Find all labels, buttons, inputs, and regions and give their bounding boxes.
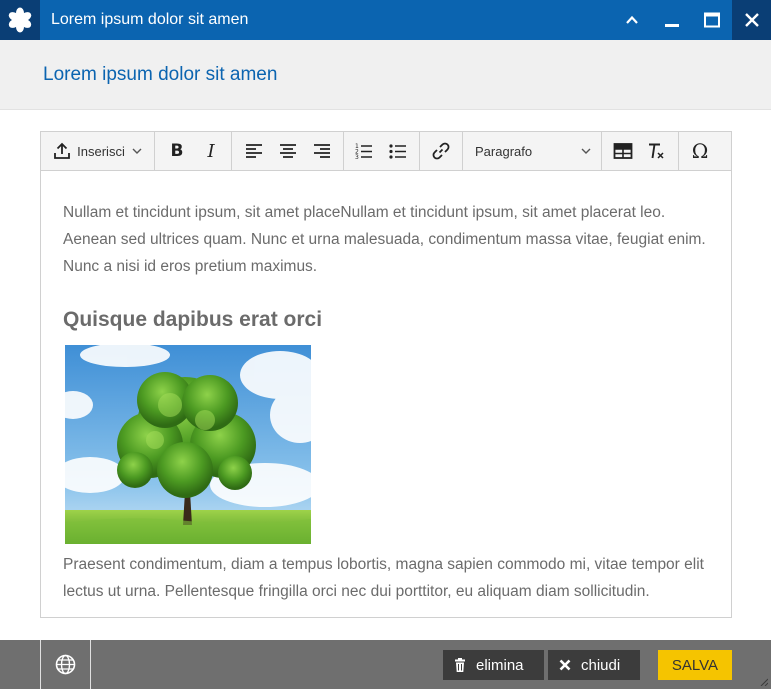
omega-icon: Ω — [691, 139, 709, 163]
link-button[interactable] — [427, 132, 455, 170]
asterisk-logo-icon — [0, 0, 40, 40]
align-right-button[interactable] — [308, 132, 336, 170]
footer-bar: elimina chiudi SALVA — [0, 640, 771, 689]
content-heading: Quisque dapibus erat orci — [63, 308, 323, 331]
save-button[interactable]: SALVA — [658, 650, 732, 680]
align-left-icon — [246, 144, 262, 158]
clear-format-button[interactable] — [643, 132, 671, 170]
close-window-button[interactable] — [732, 0, 771, 40]
content-paragraph: Nullam et tincidunt ipsum, sit amet plac… — [63, 204, 706, 275]
list-group: 1 2 3 — [344, 132, 420, 170]
tree-image[interactable] — [65, 345, 311, 544]
maximize-icon — [704, 12, 720, 28]
close-icon — [559, 659, 571, 671]
insert-label: Inserisci — [77, 143, 125, 159]
minimize-button[interactable] — [652, 0, 692, 40]
language-button[interactable] — [40, 640, 91, 689]
insert-dropdown[interactable]: Inserisci — [41, 132, 155, 170]
resize-grip-icon[interactable] — [760, 678, 768, 686]
window-titlebar: Lorem ipsum dolor sit amen — [0, 0, 771, 40]
table-icon — [613, 143, 633, 159]
svg-text:3: 3 — [355, 154, 359, 160]
page-title: Lorem ipsum dolor sit amen — [43, 64, 278, 85]
rich-text-editor[interactable]: Inserisci B I 1 2 3 Paragrafo Ω Nullam e… — [40, 131, 732, 618]
align-center-button[interactable] — [274, 132, 302, 170]
table-group — [602, 132, 679, 170]
numbered-list-button[interactable]: 1 2 3 — [350, 132, 378, 170]
align-left-button[interactable] — [240, 132, 268, 170]
window-title: Lorem ipsum dolor sit amen — [51, 11, 249, 28]
align-right-icon — [314, 144, 330, 158]
paragraph-format-label: Paragrafo — [475, 143, 533, 159]
chevron-up-icon — [626, 15, 638, 24]
delete-label: elimina — [476, 656, 524, 674]
delete-button[interactable]: elimina — [443, 650, 544, 680]
globe-icon — [55, 654, 76, 675]
chevron-down-icon — [581, 148, 591, 154]
alignment-group — [232, 132, 344, 170]
close-icon — [744, 13, 759, 27]
bold-icon: B — [170, 141, 184, 161]
italic-icon: I — [207, 140, 215, 162]
page-header: Lorem ipsum dolor sit amen — [0, 40, 771, 110]
clear-format-icon — [649, 143, 664, 159]
bold-button[interactable]: B — [163, 132, 191, 170]
bullet-list-button[interactable] — [384, 132, 412, 170]
insert-group: Inserisci — [41, 132, 155, 170]
link-group — [420, 132, 463, 170]
close-label: chiudi — [581, 656, 621, 674]
editor-toolbar: Inserisci B I 1 2 3 Paragrafo Ω — [41, 132, 731, 171]
bullet-list-icon — [389, 144, 406, 159]
chevron-down-icon — [132, 148, 142, 154]
paragraph-format-select[interactable]: Paragrafo — [463, 132, 602, 170]
trash-icon — [454, 658, 466, 672]
minimize-icon — [665, 24, 679, 27]
maximize-button[interactable] — [692, 0, 732, 40]
italic-button[interactable]: I — [197, 132, 225, 170]
upload-icon — [54, 142, 71, 159]
editor-content: Nullam et tincidunt ipsum, sit amet plac… — [63, 199, 713, 280]
link-icon — [432, 142, 450, 160]
close-button[interactable]: chiudi — [548, 650, 640, 680]
text-style-group: B I — [155, 132, 232, 170]
format-group: Paragrafo — [463, 132, 602, 170]
save-label: SALVA — [671, 656, 719, 674]
collapse-button[interactable] — [612, 0, 652, 40]
numbered-list-icon: 1 2 3 — [355, 143, 372, 160]
content-paragraph-2: Praesent condimentum, diam a tempus lobo… — [63, 556, 704, 600]
special-character-button[interactable]: Ω — [686, 132, 714, 170]
insert-table-button[interactable] — [609, 132, 637, 170]
align-center-icon — [280, 144, 296, 158]
